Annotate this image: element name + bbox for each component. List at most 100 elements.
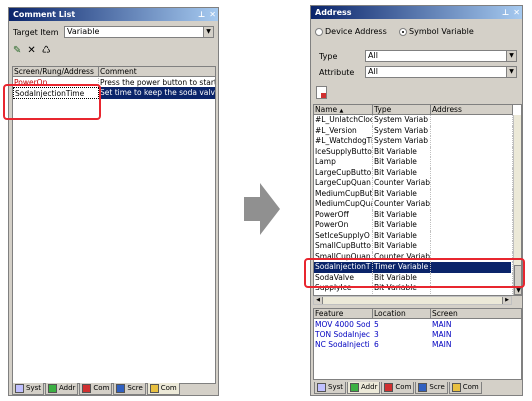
variable-type-cell: Bit Variable <box>373 167 431 178</box>
address-icon <box>349 383 359 392</box>
variable-row[interactable]: #L_WatchdogTi System Variab <box>314 136 513 147</box>
pin-icon[interactable]: ⊥ <box>198 8 205 21</box>
feature-location-cell: 3 <box>374 330 379 339</box>
variable-row[interactable]: LargeCupButto Bit Variable <box>314 167 513 178</box>
new-variable-button[interactable] <box>316 86 327 99</box>
attribute-select[interactable]: All ▼ <box>365 66 517 78</box>
variable-name-cell: Lamp <box>314 157 373 168</box>
variable-row[interactable]: PowerOn Bit Variable <box>314 220 513 231</box>
variable-row[interactable]: #L_Version System Variab <box>314 125 513 136</box>
tab-comment-list[interactable]: Com <box>146 383 180 395</box>
tab-comment[interactable]: Com <box>79 383 113 395</box>
tab-label: Com <box>160 384 177 392</box>
variable-row[interactable]: SmallCupButto Bit Variable <box>314 241 513 252</box>
feature-row[interactable]: MOV 4000 Sod 5 MAIN <box>314 320 521 330</box>
radio-symbol-variable[interactable]: Symbol Variable <box>399 27 474 37</box>
variable-row[interactable]: SetIceSupplyO Bit Variable <box>314 230 513 241</box>
target-item-value: Variable <box>67 27 100 36</box>
variable-name-cell: LargeCupButto <box>315 167 373 178</box>
target-item-select[interactable]: Variable ▼ <box>64 26 214 38</box>
feature-screen-cell: MAIN <box>432 340 452 349</box>
variable-address-cell <box>431 178 513 189</box>
feature-row[interactable]: NC SodaInjecti 6 MAIN <box>314 340 521 350</box>
tab-label: Com <box>462 383 479 391</box>
feature-feature-cell: MOV 4000 Sod <box>315 320 371 329</box>
variable-type-cell: Bit Variable <box>373 241 431 252</box>
chevron-down-icon[interactable]: ▼ <box>506 51 516 61</box>
tab-label: Scre <box>429 383 445 391</box>
tab-comment-list[interactable]: Com <box>448 382 482 394</box>
variable-address-cell <box>431 199 513 210</box>
feature-screen-cell: MAIN <box>432 330 452 339</box>
clear-icon[interactable]: ♺ <box>42 45 51 56</box>
variable-name-cell: LargeCupQuan <box>314 178 373 189</box>
horizontal-scrollbar[interactable]: ◀ ▶ <box>313 296 512 305</box>
target-item-label: Target Item <box>13 28 59 37</box>
pin-icon[interactable]: ⊥ <box>502 6 509 19</box>
column-header-location[interactable]: Location <box>373 309 431 319</box>
tab-address[interactable]: Addr <box>44 383 79 395</box>
variable-name-cell: PowerOff <box>314 209 373 220</box>
comment-list-panel: Comment List ⊥ ✕ Target Item Variable ▼ … <box>8 7 219 396</box>
chevron-down-icon[interactable]: ▼ <box>203 27 213 37</box>
tab-screen[interactable]: Scre <box>415 382 448 394</box>
variable-address-cell <box>431 146 513 157</box>
column-header-address[interactable]: Screen/Rung/Address <box>13 67 99 77</box>
tab-label: Syst <box>26 384 41 392</box>
tab-system[interactable]: Syst <box>314 382 346 394</box>
column-header-feature[interactable]: Feature <box>314 309 373 319</box>
comment-cell: Set time to keep the soda valve <box>99 87 216 99</box>
column-header-name[interactable]: Name ▲ <box>314 105 373 115</box>
comment-list-icon <box>451 383 461 392</box>
comment-toolbar: ✎ ✕ ♺ <box>13 45 51 56</box>
variable-row[interactable]: IceSupplyButto Bit Variable <box>314 146 513 157</box>
address-title: Address <box>315 8 352 17</box>
variable-row[interactable]: MediumCupQua Counter Variab <box>314 199 513 210</box>
column-header-screen[interactable]: Screen <box>431 309 521 319</box>
variable-name-cell: PowerOn <box>314 220 373 231</box>
tab-system[interactable]: Syst <box>12 383 44 395</box>
tab-screen[interactable]: Scre <box>113 383 146 395</box>
radio-device-address[interactable]: Device Address <box>315 27 387 37</box>
edit-icon[interactable]: ✎ <box>13 45 21 56</box>
tab-label: Addr <box>360 383 378 391</box>
highlight-box <box>304 258 525 288</box>
radio-button[interactable] <box>315 28 323 36</box>
radio-label: Symbol Variable <box>409 27 474 36</box>
variable-type-cell: System Variab <box>373 115 431 126</box>
type-label: Type <box>319 52 338 61</box>
tab-comment[interactable]: Com <box>381 382 415 394</box>
new-document-icon <box>321 93 326 98</box>
variable-address-cell <box>431 115 513 126</box>
highlight-box <box>3 84 101 120</box>
tab-address[interactable]: Addr <box>346 382 381 394</box>
column-header-comment[interactable]: Comment <box>99 67 215 77</box>
type-select[interactable]: All ▼ <box>365 50 517 62</box>
variable-row[interactable]: LargeCupQuan Counter Variab <box>314 178 513 189</box>
variable-row[interactable]: PowerOff Bit Variable <box>314 209 513 220</box>
radio-label: Device Address <box>325 27 387 36</box>
variable-name-cell: SmallCupButto <box>314 241 373 252</box>
variable-row[interactable]: #L_UnlatchCloc System Variab <box>314 115 513 126</box>
column-header-address[interactable]: Address <box>431 105 513 115</box>
scroll-right-button[interactable]: ▶ <box>502 297 511 304</box>
variable-address-cell <box>431 188 513 199</box>
variable-row[interactable]: MediumCupBut Bit Variable <box>314 188 513 199</box>
component-icon <box>82 384 92 393</box>
radio-button-selected[interactable] <box>399 28 407 36</box>
feature-location-cell: 6 <box>374 340 379 349</box>
column-header-type[interactable]: Type <box>373 105 431 115</box>
scroll-left-button[interactable]: ◀ <box>314 297 323 304</box>
tab-label: Syst <box>328 383 343 391</box>
variable-name-cell: MediumCupQua <box>315 199 373 210</box>
close-icon[interactable]: ✕ <box>513 6 520 19</box>
delete-icon[interactable]: ✕ <box>27 45 35 56</box>
feature-row[interactable]: TON SodaInjec 3 MAIN <box>314 330 521 340</box>
variable-row[interactable]: Lamp Bit Variable <box>314 157 513 168</box>
feature-location-cell: 5 <box>374 320 379 329</box>
variable-name-cell: IceSupplyButto <box>315 146 373 157</box>
close-icon[interactable]: ✕ <box>209 8 216 21</box>
type-value: All <box>368 51 378 60</box>
chevron-down-icon[interactable]: ▼ <box>506 67 516 77</box>
attribute-value: All <box>368 67 378 76</box>
